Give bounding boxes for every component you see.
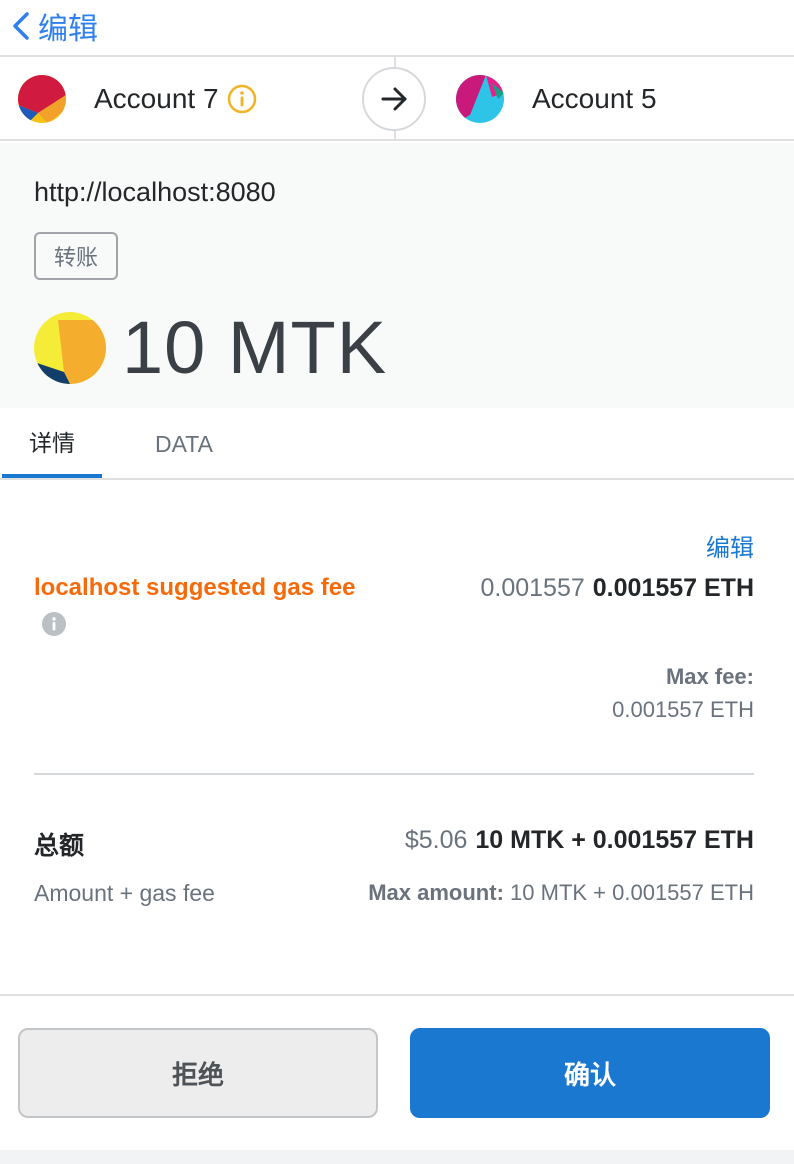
tab-details[interactable]: 详情 [2, 408, 102, 478]
gas-fee-primary: 0.001557 ETH [592, 574, 754, 602]
recipient-account[interactable]: Account 5 [456, 57, 657, 141]
arrow-right-icon [381, 87, 407, 111]
max-fee-label: Max fee: [665, 664, 754, 689]
total-sublabel: Amount + gas fee [34, 880, 215, 906]
token-icon [34, 311, 106, 384]
info-icon[interactable] [227, 84, 257, 114]
back-label: 编辑 [38, 13, 98, 46]
max-amount-label: Max amount: [368, 880, 504, 905]
recipient-avatar [456, 75, 504, 123]
header-bar: 编辑 [0, 0, 794, 57]
max-amount-value: 10 MTK + 0.001557 ETH [510, 880, 754, 905]
account-row: Account 7 Account 5 [0, 57, 794, 141]
gas-fee-values: 0.001557 0.001557 ETH [481, 574, 755, 603]
transaction-summary: http://localhost:8080 转账 10 MTK [0, 143, 794, 408]
origin-url: http://localhost:8080 [34, 177, 276, 207]
max-fee-value: 0.001557 ETH [612, 697, 754, 722]
bottom-strip [0, 1150, 794, 1164]
recipient-name: Account 5 [532, 83, 657, 114]
total-secondary: $5.06 [404, 826, 468, 854]
chevron-left-icon [13, 12, 29, 40]
transaction-type-badge: 转账 [34, 232, 118, 280]
confirm-button[interactable]: 确认 [410, 1028, 770, 1118]
info-icon[interactable] [42, 612, 66, 636]
sender-account[interactable]: Account 7 [18, 57, 257, 141]
tab-data[interactable]: DATA [134, 408, 234, 480]
max-amount: Max amount: 10 MTK + 0.001557 ETH [368, 880, 754, 906]
gas-fee-secondary: 0.001557 [480, 574, 585, 602]
sender-name: Account 7 [94, 83, 219, 114]
total-values: $5.06 10 MTK + 0.001557 ETH [405, 826, 754, 855]
sender-avatar [18, 75, 66, 123]
footer-divider [0, 994, 794, 996]
gas-fee-label: localhost suggested gas fee [34, 574, 356, 601]
edit-gas-link[interactable]: 编辑 [706, 528, 754, 563]
total-primary: 10 MTK + 0.001557 ETH [475, 826, 754, 854]
total-label: 总额 [34, 832, 85, 860]
tab-bar: 详情 DATA [0, 408, 794, 480]
reject-button[interactable]: 拒绝 [18, 1028, 378, 1118]
back-button[interactable]: 编辑 [10, 6, 98, 46]
direction-indicator [362, 67, 426, 131]
transfer-amount: 10 MTK [122, 306, 388, 389]
amount-row: 10 MTK [34, 305, 387, 390]
section-divider [34, 773, 754, 775]
